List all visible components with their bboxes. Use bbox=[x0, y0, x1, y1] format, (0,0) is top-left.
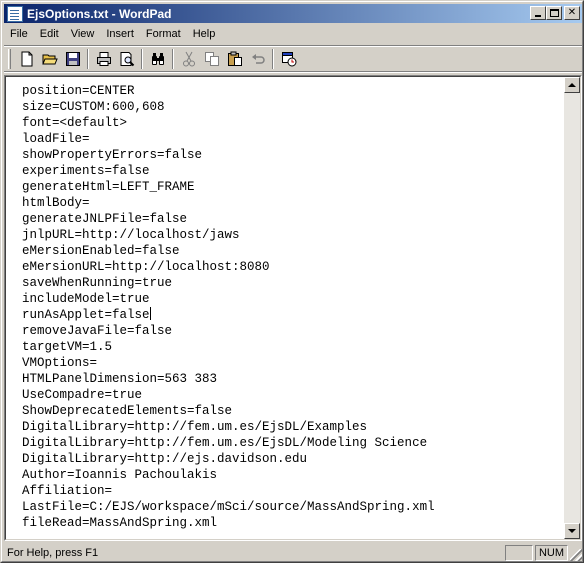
open-button[interactable] bbox=[38, 48, 61, 70]
document-line[interactable]: position=CENTER bbox=[22, 83, 562, 99]
cut-scissors-icon bbox=[182, 51, 195, 67]
menu-view[interactable]: View bbox=[65, 25, 101, 43]
document-line[interactable]: htmlBody= bbox=[22, 195, 562, 211]
document-line[interactable]: DigitalLibrary=http://ejs.davidson.edu bbox=[22, 451, 562, 467]
document-line[interactable]: Author=Ioannis Pachoulakis bbox=[22, 467, 562, 483]
wordpad-app-icon[interactable] bbox=[7, 5, 23, 22]
document-line[interactable]: jnlpURL=http://localhost/jaws bbox=[22, 227, 562, 243]
status-empty-panel bbox=[504, 544, 533, 561]
document-line[interactable]: generateJNLPFile=false bbox=[22, 211, 562, 227]
new-button[interactable] bbox=[15, 48, 38, 70]
arrow-down-icon bbox=[568, 529, 576, 533]
scroll-down-button[interactable] bbox=[564, 523, 580, 539]
paste-button[interactable] bbox=[223, 48, 246, 70]
title-bar[interactable]: EjsOptions.txt - WordPad ✕ bbox=[4, 4, 582, 23]
document-line[interactable]: VMOptions= bbox=[22, 355, 562, 371]
insert-datetime-icon bbox=[281, 52, 296, 67]
document-line[interactable]: removeJavaFile=false bbox=[22, 323, 562, 339]
wordpad-window: EjsOptions.txt - WordPad ✕ File Edit Vie… bbox=[0, 0, 584, 563]
document-line[interactable]: includeModel=true bbox=[22, 291, 562, 307]
document-line[interactable]: runAsApplet=false bbox=[22, 307, 562, 323]
document-line[interactable]: ShowDeprecatedElements=false bbox=[22, 403, 562, 419]
find-binoculars-icon bbox=[151, 53, 164, 65]
menu-format[interactable]: Format bbox=[140, 25, 187, 43]
toolbar bbox=[4, 45, 582, 73]
menu-bar: File Edit View Insert Format Help bbox=[4, 25, 582, 43]
toolbar-separator bbox=[87, 49, 89, 69]
text-caret bbox=[149, 307, 151, 320]
document-line[interactable]: Affiliation= bbox=[22, 483, 562, 499]
toolbar-separator bbox=[272, 49, 274, 69]
document-line[interactable]: eMersionURL=http://localhost:8080 bbox=[22, 259, 562, 275]
copy-button[interactable] bbox=[200, 48, 223, 70]
document-line[interactable]: DigitalLibrary=http://fem.um.es/EjsDL/Ex… bbox=[22, 419, 562, 435]
menu-insert[interactable]: Insert bbox=[100, 25, 140, 43]
save-button[interactable] bbox=[61, 48, 84, 70]
new-document-icon bbox=[21, 51, 32, 67]
document-line[interactable]: fileRead=MassAndSpring.xml bbox=[22, 515, 562, 531]
copy-icon bbox=[204, 52, 219, 66]
vertical-scrollbar[interactable] bbox=[564, 77, 580, 539]
open-folder-icon bbox=[41, 54, 58, 65]
toolbar-separator bbox=[172, 49, 174, 69]
toolbar-separator bbox=[141, 49, 143, 69]
scroll-up-button[interactable] bbox=[564, 77, 580, 93]
document-editor[interactable]: position=CENTER size=CUSTOM:600,608 font=<… bbox=[4, 75, 582, 541]
find-button[interactable] bbox=[146, 48, 169, 70]
paste-icon bbox=[227, 51, 242, 66]
maximize-icon bbox=[550, 9, 559, 17]
undo-button[interactable] bbox=[246, 48, 269, 70]
arrow-up-icon bbox=[568, 83, 576, 87]
status-help-text: For Help, press F1 bbox=[7, 546, 99, 559]
close-icon: ✕ bbox=[567, 7, 577, 18]
window-title: EjsOptions.txt - WordPad bbox=[27, 6, 172, 21]
document-line[interactable]: font=<default> bbox=[22, 115, 562, 131]
minimize-button[interactable] bbox=[530, 6, 546, 20]
document-line[interactable]: UseCompadre=true bbox=[22, 387, 562, 403]
document-text[interactable]: position=CENTER size=CUSTOM:600,608 font=<… bbox=[22, 83, 562, 531]
document-line[interactable]: experiments=false bbox=[22, 163, 562, 179]
document-line[interactable]: showPropertyErrors=false bbox=[22, 147, 562, 163]
cut-button[interactable] bbox=[177, 48, 200, 70]
maximize-button[interactable] bbox=[546, 6, 562, 20]
close-button[interactable]: ✕ bbox=[564, 6, 580, 20]
menu-edit[interactable]: Edit bbox=[34, 25, 65, 43]
print-preview-icon bbox=[120, 52, 134, 67]
menu-help[interactable]: Help bbox=[187, 25, 222, 43]
insert-datetime-button[interactable] bbox=[277, 48, 300, 70]
document-line[interactable]: saveWhenRunning=true bbox=[22, 275, 562, 291]
document-line[interactable]: loadFile= bbox=[22, 131, 562, 147]
toolbar-grip[interactable] bbox=[8, 49, 11, 69]
print-preview-button[interactable] bbox=[115, 48, 138, 70]
document-line[interactable]: HTMLPanelDimension=563 383 bbox=[22, 371, 562, 387]
document-line[interactable]: targetVM=1.5 bbox=[22, 339, 562, 355]
menu-file[interactable]: File bbox=[4, 25, 34, 43]
document-line[interactable]: DigitalLibrary=http://fem.um.es/EjsDL/Mo… bbox=[22, 435, 562, 451]
document-line[interactable]: size=CUSTOM:600,608 bbox=[22, 99, 562, 115]
undo-icon bbox=[251, 54, 265, 64]
document-line[interactable]: eMersionEnabled=false bbox=[22, 243, 562, 259]
num-lock-indicator: NUM bbox=[534, 544, 568, 561]
minimize-icon bbox=[535, 15, 541, 17]
print-button[interactable] bbox=[92, 48, 115, 70]
print-icon bbox=[96, 52, 111, 66]
document-line[interactable]: generateHtml=LEFT_FRAME bbox=[22, 179, 562, 195]
document-line[interactable]: LastFile=C:/EJS/workspace/mSci/source/Ma… bbox=[22, 499, 562, 515]
status-bar: For Help, press F1 NUM bbox=[4, 543, 582, 562]
save-disk-icon bbox=[65, 52, 80, 66]
resize-grip[interactable] bbox=[570, 549, 582, 561]
